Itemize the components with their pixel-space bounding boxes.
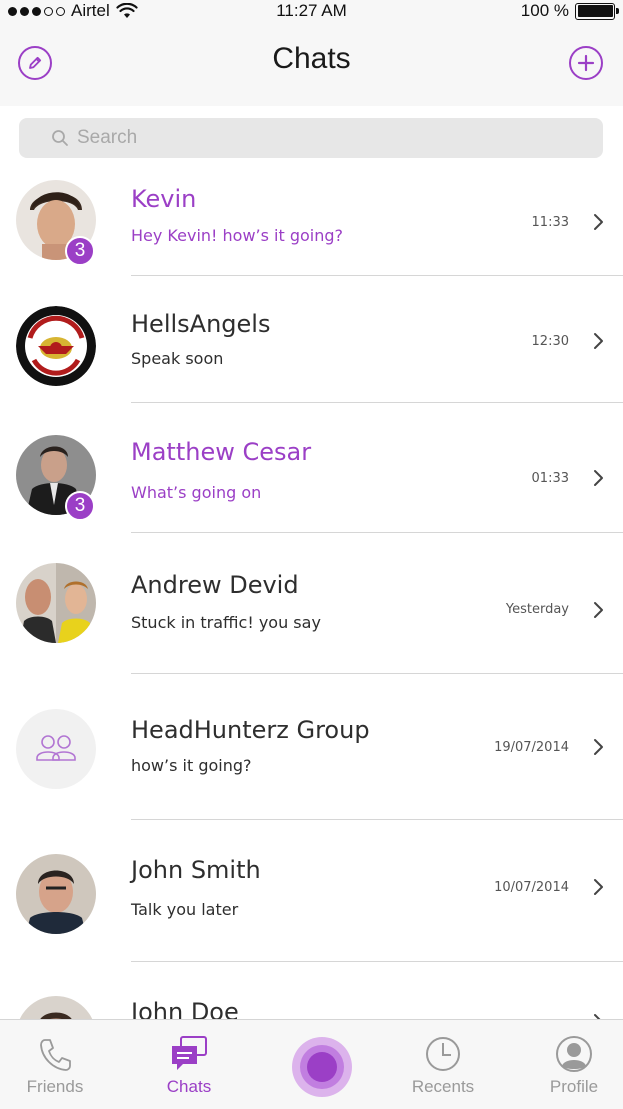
tab-label: Chats — [166, 1077, 212, 1096]
chat-row-headhunterz-group[interactable]: HeadHunterz Group how’s it going? 19/07/… — [0, 674, 623, 820]
clock-icon — [426, 1037, 460, 1071]
chat-list: 3 Kevin Hey Kevin! how’s it going? 11:33… — [0, 170, 623, 1020]
chevron-right-icon — [594, 333, 603, 349]
nav-bar: Chats — [0, 22, 623, 106]
chat-name: Andrew Devid — [131, 571, 299, 599]
unread-badge: 3 — [65, 491, 95, 521]
avatar — [16, 563, 96, 643]
chat-row-andrew-devid[interactable]: Andrew Devid Stuck in traffic! you say Y… — [0, 533, 623, 674]
tab-label: Recents — [411, 1077, 475, 1096]
avatar — [16, 854, 96, 934]
chat-preview: Talk you later — [131, 900, 239, 919]
chat-row-matthew-cesar[interactable]: 3 Matthew Cesar What’s going on 01:33 — [0, 403, 623, 533]
tab-profile[interactable]: Profile — [524, 1020, 623, 1109]
chat-preview: Hey Kevin! how’s it going? — [131, 226, 344, 245]
add-icon — [577, 54, 595, 72]
search-icon — [52, 130, 68, 146]
chat-preview: What’s going on — [131, 483, 262, 502]
avatar — [16, 996, 96, 1020]
chat-time: 01:33 — [531, 471, 569, 486]
profile-icon — [556, 1036, 592, 1072]
status-bar: Airtel 11:27 AM 100 % — [0, 0, 623, 22]
battery-icon — [575, 2, 619, 20]
chevron-right-icon — [594, 602, 603, 618]
tab-recents[interactable]: Recents — [393, 1020, 493, 1109]
record-ring-icon — [300, 1045, 344, 1089]
chat-row-kevin[interactable]: 3 Kevin Hey Kevin! how’s it going? 11:33 — [0, 170, 623, 276]
tab-label: Profile — [549, 1077, 599, 1096]
chat-bubbles-icon — [172, 1036, 207, 1070]
hellsangels-logo-icon — [16, 306, 96, 386]
page-title: Chats — [272, 42, 351, 75]
chat-preview: how’s it going? — [131, 756, 252, 775]
chat-name: Matthew Cesar — [131, 438, 312, 466]
avatar — [16, 709, 96, 789]
avatar-photo — [16, 996, 96, 1020]
group-icon — [36, 735, 76, 761]
avatar-photo — [16, 854, 96, 934]
search-bar[interactable] — [19, 118, 603, 158]
chevron-right-icon — [594, 879, 603, 895]
chevron-right-icon — [594, 739, 603, 755]
chat-time: 19/07/2014 — [494, 740, 569, 755]
add-chat-button[interactable] — [569, 46, 603, 80]
chevron-right-icon — [594, 214, 603, 230]
chat-name: HellsAngels — [131, 310, 271, 338]
chat-name: John Smith — [131, 856, 261, 884]
chat-row-john-smith[interactable]: John Smith Talk you later 10/07/2014 — [0, 820, 623, 962]
status-right: 100 % — [520, 0, 619, 22]
chat-time: 12:30 — [531, 334, 569, 349]
chat-row-hellsangels[interactable]: HellsAngels Speak soon 12:30 — [0, 276, 623, 403]
chat-name: Kevin — [131, 185, 197, 213]
battery-percent: 100 % — [520, 1, 569, 20]
avatar-photo — [16, 563, 96, 643]
chat-preview: Stuck in traffic! you say — [131, 613, 321, 632]
chat-time: Yesterday — [505, 602, 569, 617]
chat-name: HeadHunterz Group — [131, 716, 370, 744]
chat-name: John Doe — [131, 998, 239, 1020]
phone-icon — [40, 1039, 71, 1071]
chat-row-john-doe[interactable]: John Doe — [0, 962, 623, 1020]
tab-friends[interactable]: Friends — [5, 1020, 105, 1109]
tab-bar: Friends Chats Recents Profile — [0, 1019, 623, 1109]
tab-chats[interactable]: Chats — [139, 1020, 239, 1109]
chevron-right-icon — [594, 470, 603, 486]
record-button[interactable] — [292, 1037, 352, 1097]
chat-preview: Speak soon — [131, 349, 224, 368]
search-input[interactable] — [77, 127, 557, 149]
search-area — [0, 106, 623, 170]
chat-time: 10/07/2014 — [494, 880, 569, 895]
tab-label: Friends — [26, 1077, 84, 1096]
avatar — [16, 306, 96, 386]
unread-badge: 3 — [65, 236, 95, 266]
chat-time: 11:33 — [531, 215, 569, 230]
